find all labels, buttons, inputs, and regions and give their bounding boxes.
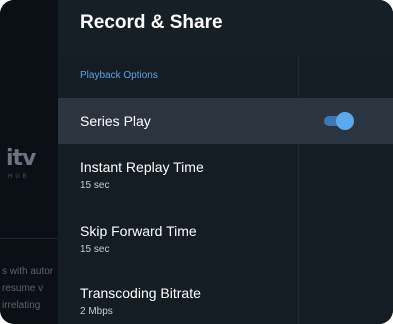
setting-label: Skip Forward Time [80,223,197,239]
background-text-line: irrelating [2,300,41,311]
setting-label: Transcoding Bitrate [80,285,201,301]
background-divider [0,238,58,239]
section-heading: Playback Options [80,70,158,81]
setting-transcoding-bitrate[interactable]: Transcoding Bitrate 2 Mbps [58,278,393,324]
tv-screen: itv HUB s with autor resume v irrelating… [0,0,393,324]
background-text-line: resume v [2,283,44,294]
setting-label: Instant Replay Time [80,159,204,175]
background-content: itv HUB s with autor resume v irrelating [0,0,58,324]
itv-logo-sub: HUB [8,174,30,180]
background-text-line: s with autor [2,266,54,277]
setting-instant-replay-time[interactable]: Instant Replay Time 15 sec [58,150,393,196]
setting-value: 2 Mbps [80,306,113,317]
setting-value: 15 sec [80,180,110,191]
setting-value: 15 sec [80,244,110,255]
page-title: Record & Share [80,12,223,33]
series-play-toggle[interactable] [322,112,356,130]
setting-series-play[interactable]: Series Play [58,98,393,144]
toggle-knob [336,112,354,130]
setting-label: Series Play [80,113,151,129]
itv-logo: itv [6,146,36,171]
setting-skip-forward-time[interactable]: Skip Forward Time 15 sec [58,215,393,261]
